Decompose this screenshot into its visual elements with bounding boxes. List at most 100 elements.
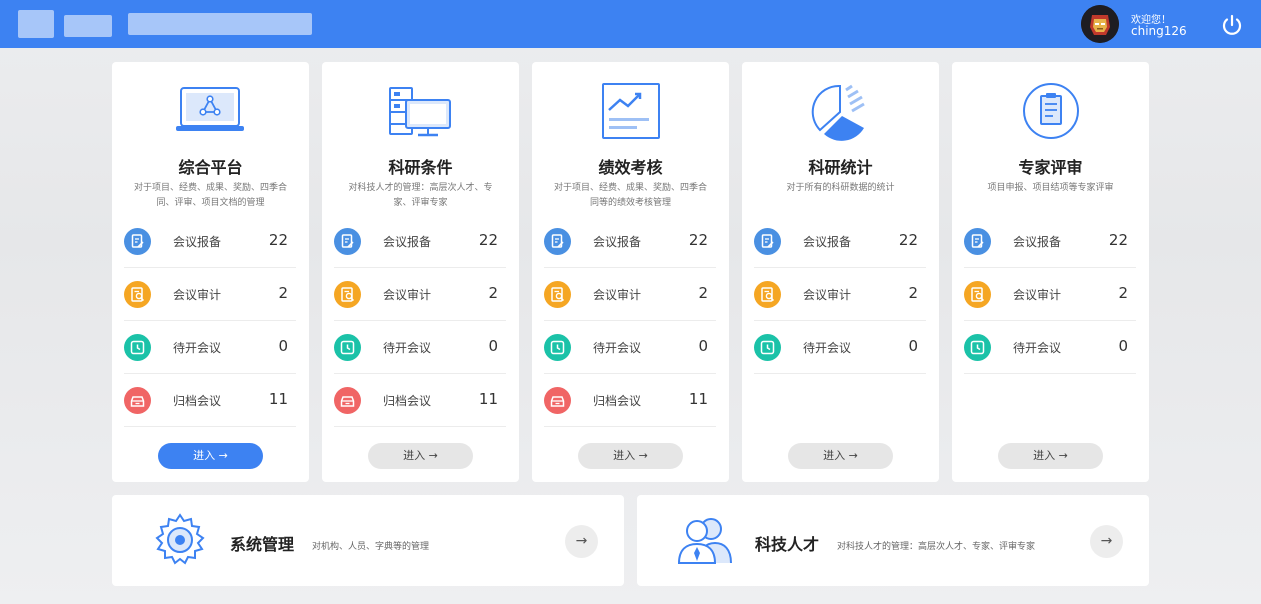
row-count: 0	[908, 337, 918, 355]
card-description: 对于项目、经费、成果、奖励、四季合同、评审、项目文档的管理	[134, 183, 288, 208]
row-count: 22	[268, 231, 288, 249]
card-description: 项目申报、项目结项等专家评审	[987, 183, 1114, 193]
row-meeting-audit[interactable]: 会议审计 2	[754, 268, 926, 321]
row-count: 0	[1118, 337, 1128, 355]
row-count: 2	[278, 284, 288, 302]
row-label: 会议审计	[803, 288, 852, 302]
row-pending-meeting[interactable]: 待开会议 0	[544, 321, 716, 374]
card-description: 对于所有的科研数据的统计	[786, 183, 895, 193]
pie-chart-icon	[802, 80, 880, 142]
enter-button[interactable]: 进入 →	[578, 443, 683, 469]
row-label: 会议审计	[383, 288, 432, 302]
row-meeting-audit[interactable]: 会议审计 2	[964, 268, 1136, 321]
card-title: 专家评审	[1018, 158, 1083, 177]
enter-button[interactable]: 进入 →	[368, 443, 473, 469]
row-pending-meeting[interactable]: 待开会议 0	[334, 321, 506, 374]
platform-icon	[172, 80, 250, 142]
card-title: 科研统计	[808, 158, 873, 177]
row-archived-meeting[interactable]: 归档会议 11	[124, 374, 296, 427]
row-count: 0	[698, 337, 708, 355]
row-archived-meeting[interactable]: 归档会议 11	[334, 374, 506, 427]
row-label: 待开会议	[173, 341, 222, 355]
row-label: 会议报备	[803, 235, 852, 249]
row-count: 0	[278, 337, 288, 355]
row-label: 会议审计	[593, 288, 642, 302]
row-label: 会议审计	[173, 288, 222, 302]
panel-tech-talent[interactable]: 科技人才 对科技人才的管理：高层次人才、专家、评审专家 →	[637, 495, 1149, 586]
row-label: 待开会议	[1013, 341, 1062, 355]
row-label: 归档会议	[173, 394, 222, 408]
row-pending-meeting[interactable]: 待开会议 0	[124, 321, 296, 374]
edit-icon	[334, 228, 361, 255]
row-label: 待开会议	[803, 341, 852, 355]
row-meeting-report[interactable]: 会议报备 22	[964, 215, 1136, 268]
row-label: 会议报备	[1013, 235, 1062, 249]
panel-description: 对科技人才的管理：高层次人才、专家、评审专家	[837, 542, 1036, 552]
row-label: 归档会议	[383, 394, 432, 408]
row-count: 22	[1108, 231, 1128, 249]
row-label: 待开会议	[593, 341, 642, 355]
edit-icon	[124, 228, 151, 255]
row-count: 11	[688, 390, 708, 408]
row-count: 22	[688, 231, 708, 249]
card-description: 对于项目、经费、成果、奖励、四季合同等的绩效考核管理	[554, 183, 708, 208]
row-meeting-audit[interactable]: 会议审计 2	[544, 268, 716, 321]
top-bar: 欢迎您！ ching126	[0, 0, 1261, 48]
trend-chart-icon	[592, 80, 670, 142]
power-icon[interactable]	[1219, 12, 1245, 38]
avatar[interactable]	[1081, 5, 1119, 43]
row-archived-meeting[interactable]: 归档会议 11	[544, 374, 716, 427]
row-label: 会议报备	[383, 235, 432, 249]
row-meeting-audit[interactable]: 会议审计 2	[124, 268, 296, 321]
card-title: 绩效考核	[598, 158, 663, 177]
row-meeting-report[interactable]: 会议报备 22	[334, 215, 506, 268]
card-description: 对科技人才的管理：高层次人才、专家、评审专家	[348, 183, 493, 208]
enter-button[interactable]: 进入 →	[158, 443, 263, 469]
panel-system-management[interactable]: 系统管理 对机构、人员、字典等的管理 →	[112, 495, 624, 586]
app-name-redacted	[64, 15, 112, 37]
card-title: 综合平台	[178, 158, 243, 177]
row-pending-meeting[interactable]: 待开会议 0	[754, 321, 926, 374]
gear-icon	[150, 511, 210, 571]
system-title-redacted	[128, 13, 312, 35]
card-platform: 综合平台 对于项目、经费、成果、奖励、四季合同、评审、项目文档的管理 会议报备 …	[112, 62, 309, 482]
row-meeting-report[interactable]: 会议报备 22	[754, 215, 926, 268]
edit-icon	[544, 228, 571, 255]
row-count: 2	[1118, 284, 1128, 302]
row-meeting-audit[interactable]: 会议审计 2	[334, 268, 506, 321]
card-title: 科研条件	[388, 158, 453, 177]
row-count: 22	[478, 231, 498, 249]
row-count: 2	[698, 284, 708, 302]
clock-icon	[124, 334, 151, 361]
search-doc-icon	[334, 281, 361, 308]
row-label: 会议报备	[173, 235, 222, 249]
archive-icon	[124, 387, 151, 414]
archive-icon	[544, 387, 571, 414]
arrow-right-button[interactable]: →	[565, 525, 598, 558]
row-count: 22	[898, 231, 918, 249]
row-label: 会议报备	[593, 235, 642, 249]
enter-button[interactable]: 进入 →	[788, 443, 893, 469]
search-doc-icon	[964, 281, 991, 308]
row-meeting-report[interactable]: 会议报备 22	[544, 215, 716, 268]
row-meeting-report[interactable]: 会议报备 22	[124, 215, 296, 268]
row-label: 归档会议	[593, 394, 642, 408]
edit-icon	[964, 228, 991, 255]
row-pending-meeting[interactable]: 待开会议 0	[964, 321, 1136, 374]
row-label: 会议审计	[1013, 288, 1062, 302]
people-icon	[675, 511, 735, 571]
arrow-right-button[interactable]: →	[1090, 525, 1123, 558]
archive-icon	[334, 387, 361, 414]
server-monitor-icon	[382, 80, 460, 142]
card-research-statistics: 科研统计 对于所有的科研数据的统计 会议报备 22 会议审计 2 待开会议 0 …	[742, 62, 939, 482]
card-expert-review: 专家评审 项目申报、项目结项等专家评审 会议报备 22 会议审计 2 待开会议 …	[952, 62, 1149, 482]
row-count: 11	[478, 390, 498, 408]
search-doc-icon	[754, 281, 781, 308]
panel-title: 系统管理	[230, 535, 295, 554]
edit-icon	[754, 228, 781, 255]
card-research-conditions: 科研条件 对科技人才的管理：高层次人才、专家、评审专家 会议报备 22 会议审计…	[322, 62, 519, 482]
enter-button[interactable]: 进入 →	[998, 443, 1103, 469]
clock-icon	[334, 334, 361, 361]
row-count: 11	[268, 390, 288, 408]
logo-redacted	[18, 10, 54, 38]
